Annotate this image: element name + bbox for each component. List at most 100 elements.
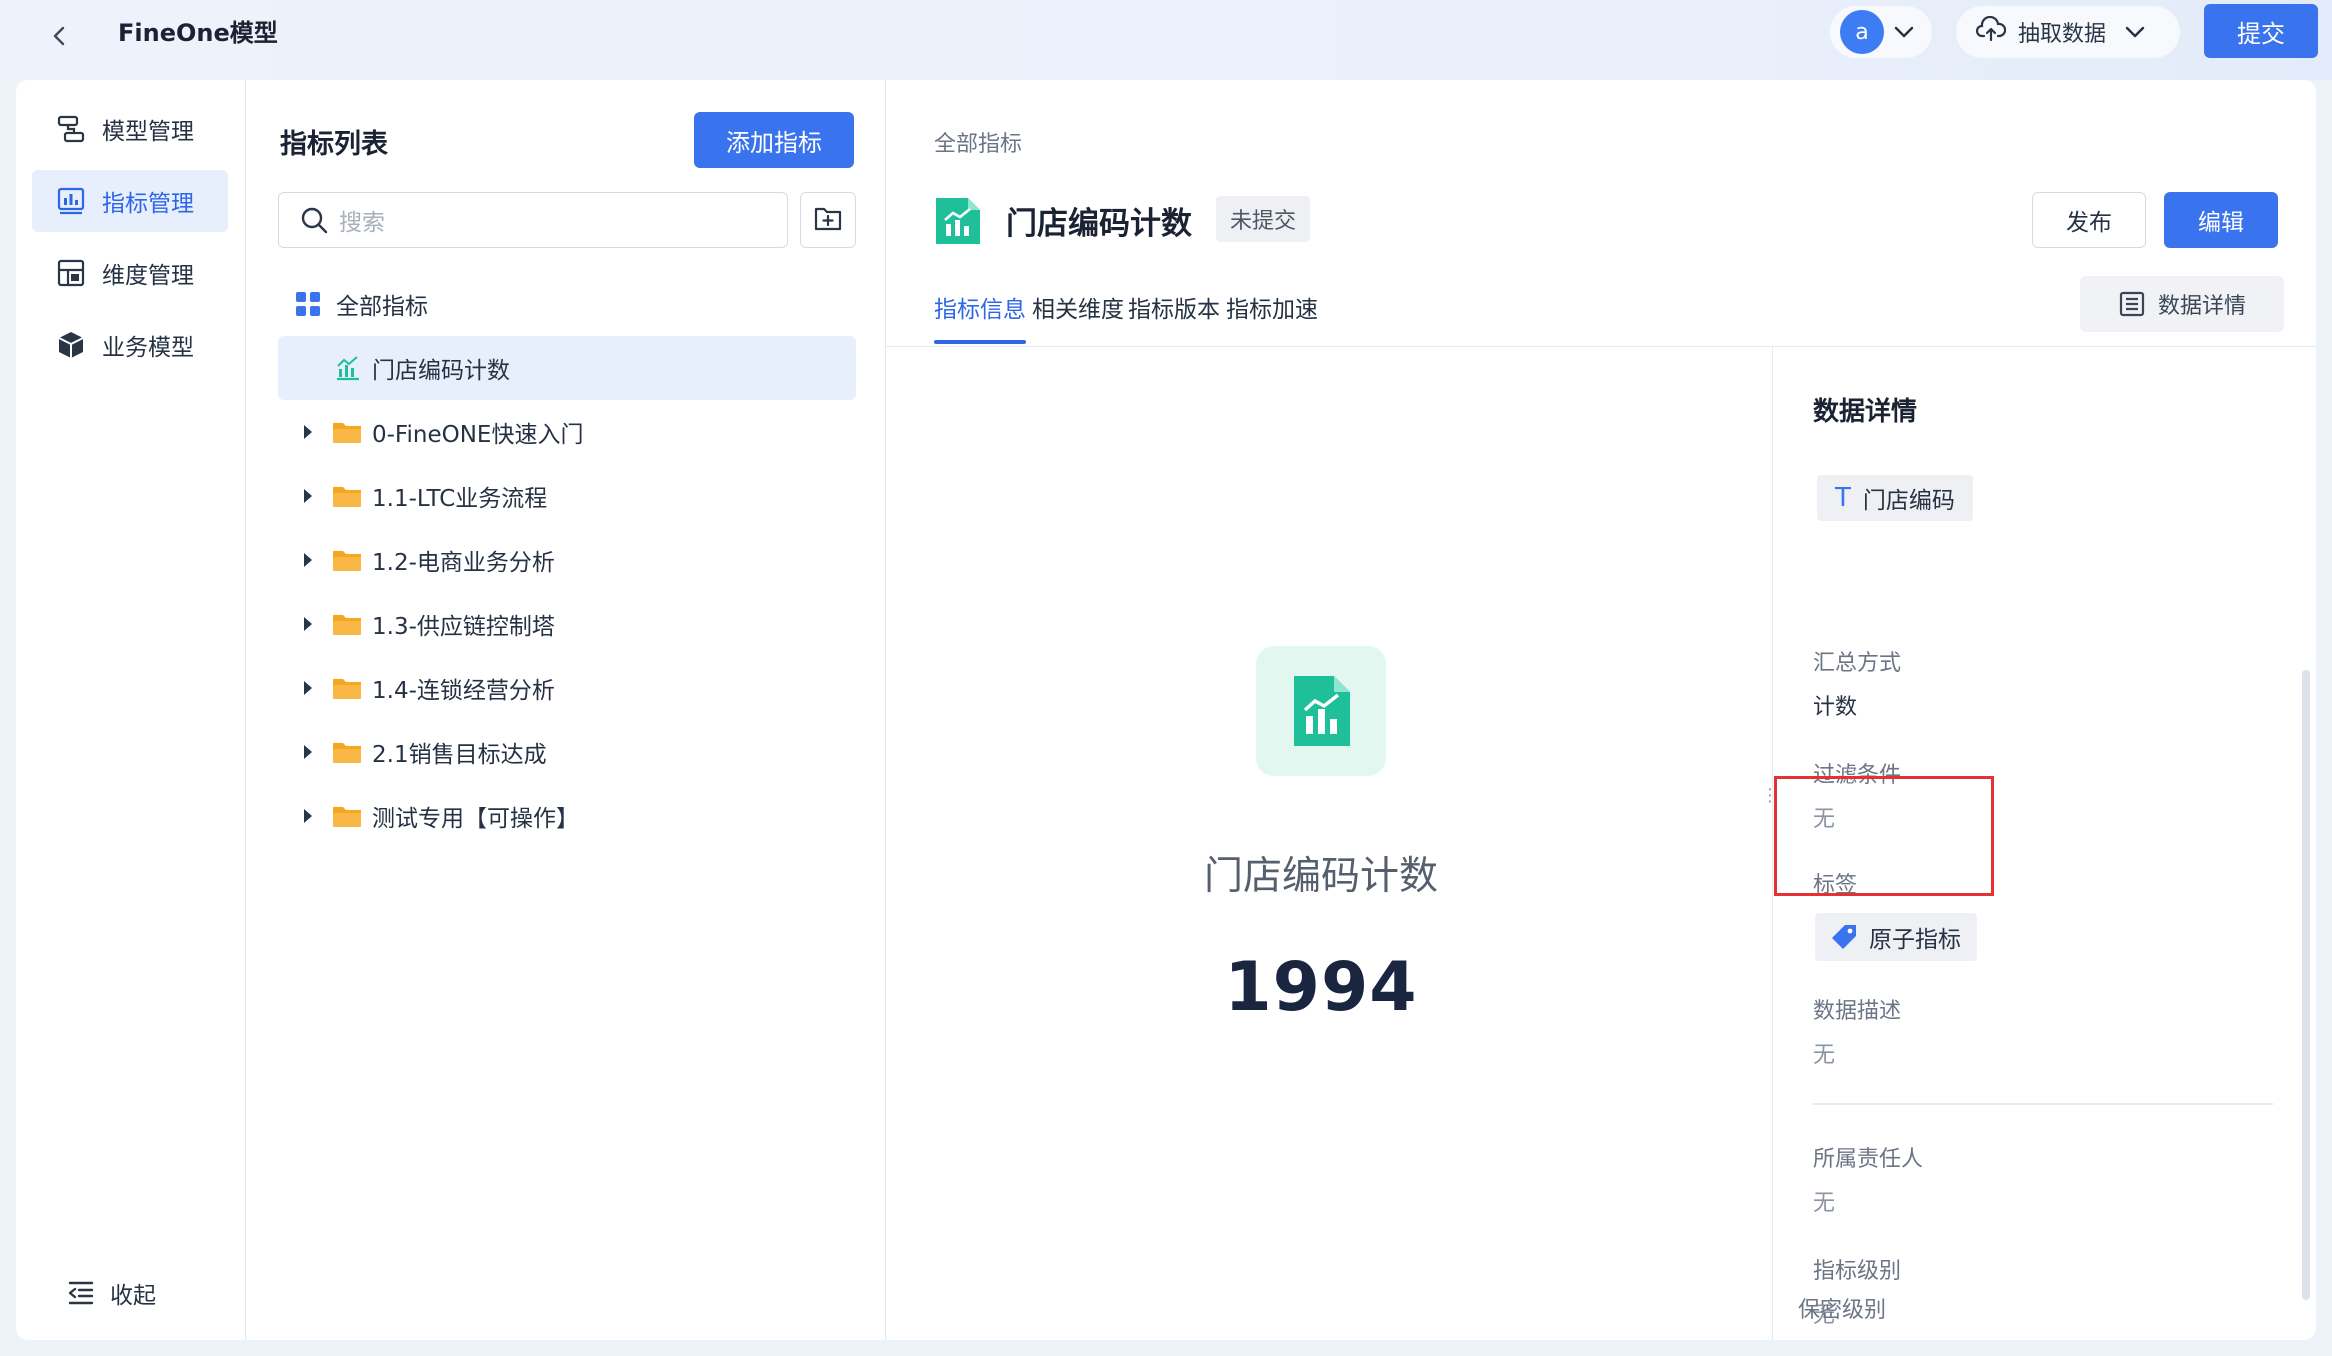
folder-icon (332, 675, 362, 701)
description-label: 数据描述 (1813, 999, 1902, 1024)
avatar[interactable]: a (1840, 10, 1884, 54)
folder-icon (332, 419, 362, 445)
owner-label: 所属责任人 (1813, 1147, 1924, 1172)
preview-indicator-value: 1994 (1224, 948, 1418, 1027)
dimension-manage-icon (56, 258, 86, 288)
field-chip-label: 门店编码 (1862, 488, 1955, 514)
secrecy-level-label: 保密级别 (1798, 1298, 1887, 1323)
data-detail-button[interactable]: 数据详情 (2080, 276, 2284, 332)
tree-folder[interactable]: 0-FineONE快速入门 (278, 400, 856, 464)
tree-item-selected-indicator[interactable]: 门店编码计数 (278, 336, 856, 400)
indicator-file-icon (932, 194, 984, 248)
section-divider (1813, 1103, 2273, 1105)
nav-item-model-manage[interactable]: 模型管理 (32, 98, 228, 160)
nav-item-label: 业务模型 (102, 335, 194, 361)
nav-item-label: 模型管理 (102, 119, 194, 145)
breadcrumb[interactable]: 全部指标 (934, 126, 1022, 158)
extract-data-button[interactable]: 抽取数据 (1956, 6, 2180, 58)
description-value: 无 (1813, 1043, 1836, 1068)
indicator-level-label: 指标级别 (1813, 1259, 1902, 1284)
grid-apps-icon (294, 290, 322, 318)
tree-folder-label: 2.1销售目标达成 (372, 742, 547, 768)
folder-icon (332, 483, 362, 509)
caret-right-icon[interactable] (298, 550, 318, 570)
nav-item-label: 指标管理 (102, 191, 194, 217)
tab-indicator-versions[interactable]: 指标版本 (1128, 290, 1220, 344)
tag-icon (1829, 922, 1859, 952)
side-panel-title: 数据详情 (1813, 397, 1918, 427)
caret-right-icon[interactable] (298, 422, 318, 442)
tree-folder[interactable]: 1.4-连锁经营分析 (278, 656, 856, 720)
tree-folder-label: 1.2-电商业务分析 (372, 550, 555, 576)
caret-right-icon[interactable] (298, 678, 318, 698)
new-folder-button[interactable] (800, 192, 856, 248)
top-bar: FineOne模型 a 抽取数据 提交 (0, 0, 2332, 80)
tab-related-dimensions[interactable]: 相关维度 (1032, 290, 1124, 344)
indicator-detail: 全部指标 门店编码计数 未提交 发布 编辑 指标信息 相关维度 指标版本 指标加… (886, 80, 2316, 1340)
publish-button[interactable]: 发布 (2032, 192, 2146, 248)
resize-handle[interactable]: ⋮ (1761, 787, 1779, 822)
tree-folder-label: 测试专用【可操作】 (372, 806, 579, 832)
app-title: FineOne模型 (118, 19, 278, 47)
list-detail-icon (2118, 290, 2146, 318)
tree-folder-label: 1.1-LTC业务流程 (372, 486, 548, 512)
submit-button[interactable]: 提交 (2204, 4, 2318, 58)
tree-folder[interactable]: 1.2-电商业务分析 (278, 528, 856, 592)
aggregation-label: 汇总方式 (1813, 651, 1902, 676)
main-card: 模型管理 指标管理 维度管理 业务模型 收起 指标列表 添加指标 搜索 全部指标… (16, 80, 2316, 1340)
nav-item-indicator-manage[interactable]: 指标管理 (32, 170, 228, 232)
tree-folder-label: 1.4-连锁经营分析 (372, 678, 555, 704)
preview-indicator-name: 门店编码计数 (1203, 854, 1438, 899)
edit-button[interactable]: 编辑 (2164, 192, 2278, 248)
search-input[interactable]: 搜索 (278, 192, 788, 248)
tag-chip-label: 原子指标 (1869, 927, 1961, 953)
tab-indicator-info[interactable]: 指标信息 (934, 290, 1026, 344)
aggregation-value: 计数 (1813, 695, 1858, 720)
tree-folder[interactable]: 1.3-供应链控制塔 (278, 592, 856, 656)
chevron-down-icon (2124, 20, 2146, 45)
tag-chip: 原子指标 (1815, 913, 1977, 961)
indicator-manage-icon (56, 186, 86, 216)
status-badge: 未提交 (1216, 196, 1311, 242)
tree-root-all-indicators[interactable]: 全部指标 (278, 272, 856, 336)
caret-right-icon[interactable] (298, 614, 318, 634)
nav-item-business-model[interactable]: 业务模型 (32, 314, 228, 376)
scrollbar[interactable] (2302, 670, 2310, 1300)
folder-icon (332, 803, 362, 829)
annotation-highlight-box (1774, 776, 1994, 896)
add-indicator-button[interactable]: 添加指标 (694, 112, 854, 168)
field-chip: T 门店编码 (1817, 475, 1973, 521)
model-manage-icon (56, 114, 86, 144)
list-title: 指标列表 (280, 129, 388, 160)
tree-root-label: 全部指标 (336, 294, 428, 320)
folder-icon (332, 547, 362, 573)
owner-value: 无 (1813, 1191, 1836, 1216)
indicator-list-panel: 指标列表 添加指标 搜索 全部指标 门店编码计数 0-FineONE快速入门 1… (246, 80, 886, 1340)
caret-right-icon[interactable] (298, 742, 318, 762)
indicator-preview-icon (1256, 646, 1386, 776)
folder-icon (332, 611, 362, 637)
nav-item-dimension-manage[interactable]: 维度管理 (32, 242, 228, 304)
indicator-chart-icon (334, 354, 362, 382)
text-type-icon: T (1835, 483, 1851, 513)
tab-indicator-acceleration[interactable]: 指标加速 (1226, 290, 1318, 344)
collapse-label: 收起 (110, 1283, 156, 1309)
chevron-down-icon[interactable] (1884, 12, 1924, 52)
data-detail-label: 数据详情 (2157, 294, 2246, 319)
tree-folder[interactable]: 1.1-LTC业务流程 (278, 464, 856, 528)
left-nav: 模型管理 指标管理 维度管理 业务模型 收起 (16, 80, 246, 1340)
nav-item-label: 维度管理 (102, 263, 194, 289)
back-icon[interactable] (40, 16, 80, 56)
tree-folder-label: 1.3-供应链控制塔 (372, 614, 555, 640)
caret-right-icon[interactable] (298, 486, 318, 506)
tree-item-label: 门店编码计数 (372, 358, 510, 384)
caret-right-icon[interactable] (298, 806, 318, 826)
search-placeholder: 搜索 (339, 210, 385, 236)
collapse-icon (66, 1278, 96, 1308)
tree-folder-label: 0-FineONE快速入门 (372, 422, 584, 448)
tree-folder[interactable]: 2.1销售目标达成 (278, 720, 856, 784)
folder-add-icon (813, 204, 843, 236)
user-menu[interactable]: a (1830, 6, 1932, 58)
tree-folder[interactable]: 测试专用【可操作】 (278, 784, 856, 848)
collapse-button[interactable]: 收起 (66, 1276, 156, 1310)
